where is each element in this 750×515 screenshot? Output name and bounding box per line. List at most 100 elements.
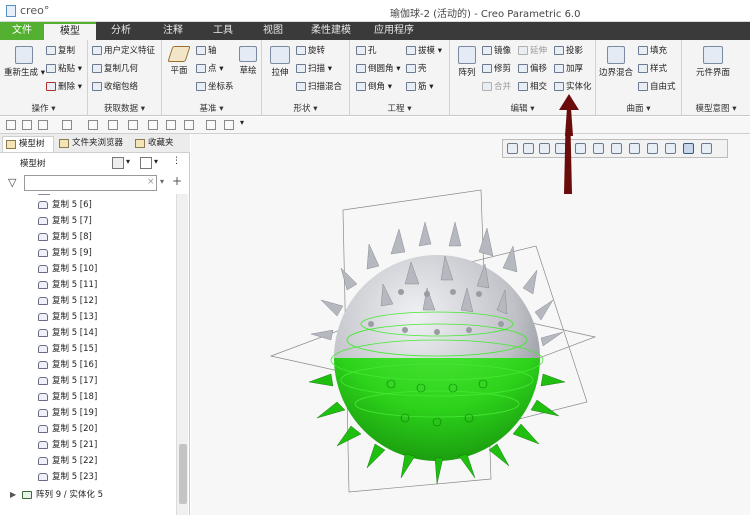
tree-scrollbar-thumb[interactable] [179, 444, 187, 504]
round-button[interactable]: 倒圆角 ▾ [356, 63, 400, 75]
tree-item[interactable]: 复制 5 [19] [0, 405, 176, 421]
pattern-button[interactable]: 阵列 [454, 46, 480, 78]
tab-favorites[interactable]: 收藏夹 [132, 136, 188, 152]
clear-filter-icon[interactable]: × [147, 177, 155, 187]
tab-folder-browser[interactable]: 文件夹浏览器 [56, 136, 130, 152]
chamfer-button[interactable]: 倒角 ▾ [356, 81, 392, 93]
tree-columns-icon[interactable] [140, 157, 152, 169]
tree-item[interactable]: 复制 5 [7] [0, 213, 176, 229]
tree-menu-icon[interactable]: ⋮ [172, 156, 181, 166]
tree-item[interactable]: 复制 5 [13] [0, 309, 176, 325]
tree-scrollbar[interactable] [176, 194, 188, 515]
filter-dropdown-icon[interactable]: ▾ [160, 177, 164, 186]
intersect-button[interactable]: 相交 [518, 81, 547, 93]
tab-view[interactable]: 视图 [252, 22, 294, 40]
tab-model[interactable]: 模型 [44, 22, 96, 40]
model-viewport[interactable] [191, 134, 750, 515]
mirror-button[interactable]: 镜像 [482, 45, 511, 57]
tree-item[interactable]: 复制 5 [9] [0, 245, 176, 261]
shrinkwrap-button[interactable]: 收缩包络 [92, 81, 138, 93]
project-button[interactable]: 投影 [554, 45, 583, 57]
fill-button[interactable]: 填充 [638, 45, 667, 57]
group-label-operations[interactable]: 操作 ▾ [0, 102, 87, 114]
delete-button[interactable]: 删除 ▾ [46, 81, 82, 93]
tab-file[interactable]: 文件 [0, 22, 44, 40]
tree-item[interactable]: 复制 5 [12] [0, 293, 176, 309]
group-label-get-data[interactable]: 获取数据 ▾ [88, 102, 161, 114]
group-label-datum[interactable]: 基准 ▾ [162, 102, 261, 114]
tree-item[interactable]: 复制 5 [8] [0, 229, 176, 245]
close-window-icon[interactable] [128, 120, 138, 130]
component-interface-button[interactable]: 元件界面 [688, 46, 738, 78]
tree-settings-icon[interactable] [112, 157, 124, 169]
rib-button[interactable]: 筋 ▾ [406, 81, 433, 93]
customize-icon[interactable]: ▾ [240, 118, 250, 128]
plane-button[interactable]: 平面 [166, 46, 192, 76]
yoga-ball-model[interactable] [308, 221, 566, 485]
group-label-model-intent[interactable]: 模型意图 ▾ [682, 102, 750, 114]
tree-item[interactable]: 复制 5 [6] [0, 197, 176, 213]
graphics-window[interactable] [191, 134, 750, 515]
sketch-button[interactable]: 草绘 [236, 46, 260, 76]
tab-analysis[interactable]: 分析 [100, 22, 142, 40]
measure-icon[interactable] [148, 120, 158, 130]
axis-button[interactable]: 轴 [196, 45, 217, 57]
tree-item[interactable]: 复制 5 [15] [0, 341, 176, 357]
group-label-shapes[interactable]: 形状 ▾ [262, 102, 349, 114]
tree-item[interactable]: 复制 5 [20] [0, 421, 176, 437]
hole-button[interactable]: 孔 [356, 45, 377, 57]
extrude-button[interactable]: 拉伸 [266, 46, 294, 78]
tree-item[interactable]: 复制 5 [23] [0, 469, 176, 485]
solidify-button[interactable]: 实体化 [554, 81, 592, 93]
shell-button[interactable]: 壳 [406, 63, 427, 75]
tree-item[interactable]: 复制 5 [18] [0, 389, 176, 405]
regenerate-small-icon[interactable] [88, 120, 98, 130]
group-label-engineering[interactable]: 工程 ▾ [350, 102, 449, 114]
new-icon[interactable] [6, 120, 16, 130]
tree-item[interactable]: 复制 5 [17] [0, 373, 176, 389]
open-icon[interactable] [206, 120, 216, 130]
tab-model-tree[interactable]: 模型树 [2, 136, 54, 152]
tab-tools[interactable]: 工具 [202, 22, 244, 40]
trim-button[interactable]: 修剪 [482, 63, 511, 75]
merge-button[interactable]: 合并 [482, 81, 511, 93]
windows-icon[interactable] [108, 120, 118, 130]
style-button[interactable]: 样式 [638, 63, 667, 75]
tree-columns-dropdown-icon[interactable]: ▾ [154, 157, 158, 166]
copy-geometry-button[interactable]: 复制几何 [92, 63, 138, 75]
tree-item[interactable]: 复制 5 [14] [0, 325, 176, 341]
undo-icon[interactable] [38, 120, 48, 130]
boundary-blend-button[interactable]: 边界混合 [598, 46, 634, 78]
appearance-icon[interactable] [184, 120, 194, 130]
udf-button[interactable]: 用户定义特征 [92, 45, 155, 57]
csys-button[interactable]: 坐标系 [196, 81, 234, 93]
point-button[interactable]: 点 ▾ [196, 63, 223, 75]
tab-flexible-modeling[interactable]: 柔性建模 [302, 22, 360, 40]
group-label-surfaces[interactable]: 曲面 ▾ [596, 102, 681, 114]
tree-item[interactable]: 复制 5 [22] [0, 453, 176, 469]
copy-button[interactable]: 复制 [46, 45, 75, 57]
redo-icon[interactable] [62, 120, 72, 130]
thicken-button[interactable]: 加厚 [554, 63, 583, 75]
swept-blend-button[interactable]: 扫描混合 [296, 81, 342, 93]
revolve-button[interactable]: 旋转 [296, 45, 325, 57]
sweep-button[interactable]: 扫描 ▾ [296, 63, 332, 75]
tab-annotate[interactable]: 注释 [152, 22, 194, 40]
expand-arrow-icon[interactable]: ▶ [10, 487, 16, 503]
tree-settings-dropdown-icon[interactable]: ▾ [126, 157, 130, 166]
draft-button[interactable]: 拔模 ▾ [406, 45, 442, 57]
freestyle-button[interactable]: 自由式 [638, 81, 676, 93]
add-filter-icon[interactable]: + [172, 174, 182, 188]
folder-icon[interactable] [224, 120, 234, 130]
regenerate-button[interactable]: 重新生成 ▾ [4, 46, 45, 78]
save-icon[interactable] [22, 120, 32, 130]
filter-icon[interactable]: ▽ [8, 176, 16, 189]
tree-item[interactable]: 复制 5 [10] [0, 261, 176, 277]
offset-button[interactable]: 偏移 [518, 63, 547, 75]
paste-button[interactable]: 粘贴 ▾ [46, 63, 82, 75]
tab-applications[interactable]: 应用程序 [365, 22, 423, 40]
tree-filter-input[interactable] [24, 175, 157, 191]
extend-button[interactable]: 延伸 [518, 45, 547, 57]
tree-item[interactable]: 复制 5 [21] [0, 437, 176, 453]
tree-item-pattern[interactable]: ▶ 阵列 9 / 实体化 5 [0, 487, 176, 503]
